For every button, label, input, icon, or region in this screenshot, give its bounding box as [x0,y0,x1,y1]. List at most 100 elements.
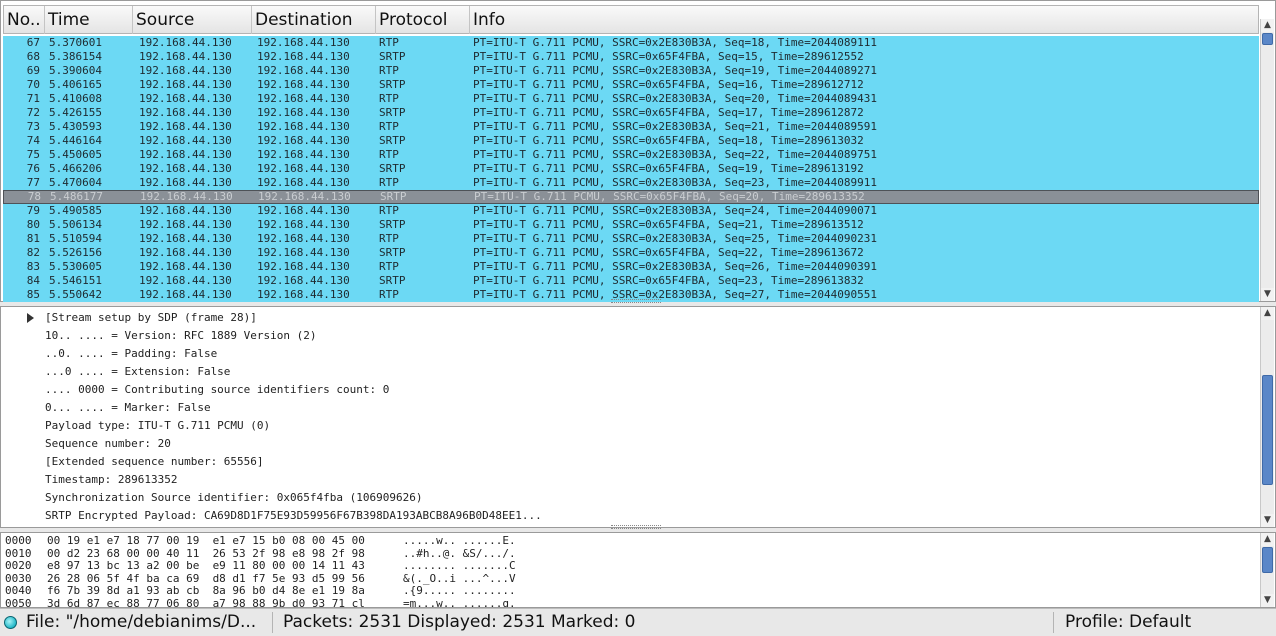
packet-time: 5.426155 [49,106,102,119]
details-line[interactable]: SRTP Encrypted Payload: CA69D8D1F75E93D5… [45,508,542,524]
packet-info: PT=ITU-T G.711 PCMU, SSRC=0x2E830B3A, Se… [473,204,877,217]
pane-splitter-grip[interactable] [611,525,661,529]
packet-no: 74 [26,134,40,147]
packet-no: 80 [26,218,40,231]
packet-time: 5.510594 [49,232,102,245]
packet-row[interactable]: 71 5.410608 192.168.44.130 192.168.44.130 RT… [3,92,1259,106]
packet-row[interactable]: 69 5.390604 192.168.44.130 192.168.44.130 RT… [3,64,1259,78]
packet-time: 5.470604 [49,176,102,189]
column-header-destination[interactable]: Destination [252,6,376,34]
packet-list-pane: No.. Time Source Destination Protocol In… [0,0,1276,303]
scroll-thumb[interactable] [1262,547,1273,573]
scroll-up-icon[interactable]: ▲ [1261,19,1274,32]
packet-destination: 192.168.44.130 [257,260,350,273]
bytes-scrollbar[interactable]: ▲ ▼ [1260,533,1274,607]
status-led-icon[interactable] [4,616,17,629]
packet-info: PT=ITU-T G.711 PCMU, SSRC=0x65F4FBA, Seq… [473,134,864,147]
packet-time: 5.550642 [49,288,102,301]
details-line[interactable]: Payload type: ITU-T G.711 PCMU (0) [45,418,270,434]
packet-protocol: SRTP [380,190,407,203]
packet-protocol: SRTP [379,134,406,147]
scroll-down-icon[interactable]: ▼ [1261,514,1274,527]
packet-row[interactable]: 72 5.426155 192.168.44.130 192.168.44.130 SR… [3,106,1259,120]
details-line[interactable]: ..0. .... = Padding: False [45,346,217,362]
packet-row[interactable]: 68 5.386154 192.168.44.130 192.168.44.130 SR… [3,50,1259,64]
details-line[interactable]: 0... .... = Marker: False [45,400,211,416]
details-line[interactable]: [Extended sequence number: 65556] [45,454,264,470]
packet-protocol: SRTP [379,246,406,259]
packet-row[interactable]: 82 5.526156 192.168.44.130 192.168.44.130 SR… [3,246,1259,260]
packet-time: 5.530605 [49,260,102,273]
pane-splitter-grip[interactable] [611,299,661,303]
packet-row-selected[interactable]: 78 5.486177 192.168.44.130 192.168.44.130 SR… [3,190,1259,204]
packet-source: 192.168.44.130 [139,176,232,189]
packet-list-scrollbar[interactable]: ▲ ▼ [1260,19,1274,301]
packet-destination: 192.168.44.130 [257,176,350,189]
status-bar: File: "/home/debianims/D... Packets: 253… [0,608,1276,635]
packet-time: 5.370601 [49,36,102,49]
packet-time: 5.386154 [49,50,102,63]
packet-info: PT=ITU-T G.711 PCMU, SSRC=0x65F4FBA, Seq… [473,78,864,91]
packet-row[interactable]: 80 5.506134 192.168.44.130 192.168.44.130 SR… [3,218,1259,232]
packet-time: 5.430593 [49,120,102,133]
triangle-right-icon[interactable] [27,313,34,323]
scroll-down-icon[interactable]: ▼ [1261,594,1274,607]
details-line[interactable]: ...0 .... = Extension: False [45,364,230,380]
packet-row[interactable]: 74 5.446164 192.168.44.130 192.168.44.130 SR… [3,134,1259,148]
packet-info: PT=ITU-T G.711 PCMU, SSRC=0x2E830B3A, Se… [473,232,877,245]
details-line[interactable]: Timestamp: 289613352 [45,472,177,488]
packet-destination: 192.168.44.130 [257,148,350,161]
packet-row[interactable]: 77 5.470604 192.168.44.130 192.168.44.130 RT… [3,176,1259,190]
scroll-down-icon[interactable]: ▼ [1261,288,1274,301]
packet-protocol: RTP [379,260,399,273]
scroll-thumb[interactable] [1262,33,1273,45]
hex-row[interactable]: 0050 3d 6d 87 ec 88 77 06 80 a7 98 88 9b … [5,596,605,608]
packet-time: 5.450605 [49,148,102,161]
hex-offset: 0050 [5,596,32,608]
packet-protocol: RTP [379,288,399,301]
packet-no: 67 [26,36,40,49]
packet-no: 84 [26,274,40,287]
packet-row[interactable]: 79 5.490585 192.168.44.130 192.168.44.130 RT… [3,204,1259,218]
packet-time: 5.410608 [49,92,102,105]
packet-protocol: SRTP [379,274,406,287]
packet-info: PT=ITU-T G.711 PCMU, SSRC=0x65F4FBA, Seq… [473,162,864,175]
details-line[interactable]: [Stream setup by SDP (frame 28)] [45,310,257,326]
scroll-up-icon[interactable]: ▲ [1261,533,1274,546]
column-header-time[interactable]: Time [45,6,133,34]
packet-row[interactable]: 84 5.546151 192.168.44.130 192.168.44.130 SR… [3,274,1259,288]
packet-row[interactable]: 83 5.530605 192.168.44.130 192.168.44.130 RT… [3,260,1259,274]
packet-destination: 192.168.44.130 [257,120,350,133]
packet-no: 83 [26,260,40,273]
packet-row[interactable]: 67 5.370601 192.168.44.130 192.168.44.130 RT… [3,36,1259,50]
column-header-no[interactable]: No.. [4,6,45,34]
packet-source: 192.168.44.130 [139,120,232,133]
packet-no: 77 [26,176,40,189]
packet-row[interactable]: 76 5.466206 192.168.44.130 192.168.44.130 SR… [3,162,1259,176]
column-header-source[interactable]: Source [133,6,252,34]
packet-row[interactable]: 70 5.406165 192.168.44.130 192.168.44.130 SR… [3,78,1259,92]
packet-no: 78 [27,190,41,203]
details-line[interactable]: Synchronization Source identifier: 0x065… [45,490,423,506]
packet-source: 192.168.44.130 [139,288,232,301]
column-header-info[interactable]: Info [470,6,1258,34]
packet-row[interactable]: 73 5.430593 192.168.44.130 192.168.44.130 RT… [3,120,1259,134]
scroll-thumb[interactable] [1262,375,1273,485]
packet-destination: 192.168.44.130 [257,246,350,259]
packet-info: PT=ITU-T G.711 PCMU, SSRC=0x2E830B3A, Se… [473,92,877,105]
packet-protocol: RTP [379,64,399,77]
scroll-up-icon[interactable]: ▲ [1261,307,1274,320]
packet-no: 71 [26,92,40,105]
column-header-protocol[interactable]: Protocol [376,6,470,34]
packet-row[interactable]: 75 5.450605 192.168.44.130 192.168.44.130 RT… [3,148,1259,162]
packet-row[interactable]: 81 5.510594 192.168.44.130 192.168.44.130 RT… [3,232,1259,246]
details-line[interactable]: 10.. .... = Version: RFC 1889 Version (2… [45,328,317,344]
details-line[interactable]: .... 0000 = Contributing source identifi… [45,382,389,398]
packet-info: PT=ITU-T G.711 PCMU, SSRC=0x2E830B3A, Se… [473,176,877,189]
details-line[interactable]: Sequence number: 20 [45,436,171,452]
details-scrollbar[interactable]: ▲ ▼ [1260,307,1274,527]
packet-source: 192.168.44.130 [140,190,233,203]
hex-bytes: 3d 6d 87 ec 88 77 06 80 a7 98 88 9b d0 9… [47,596,365,608]
status-profile[interactable]: Profile: Default [1065,609,1191,636]
packet-source: 192.168.44.130 [139,50,232,63]
